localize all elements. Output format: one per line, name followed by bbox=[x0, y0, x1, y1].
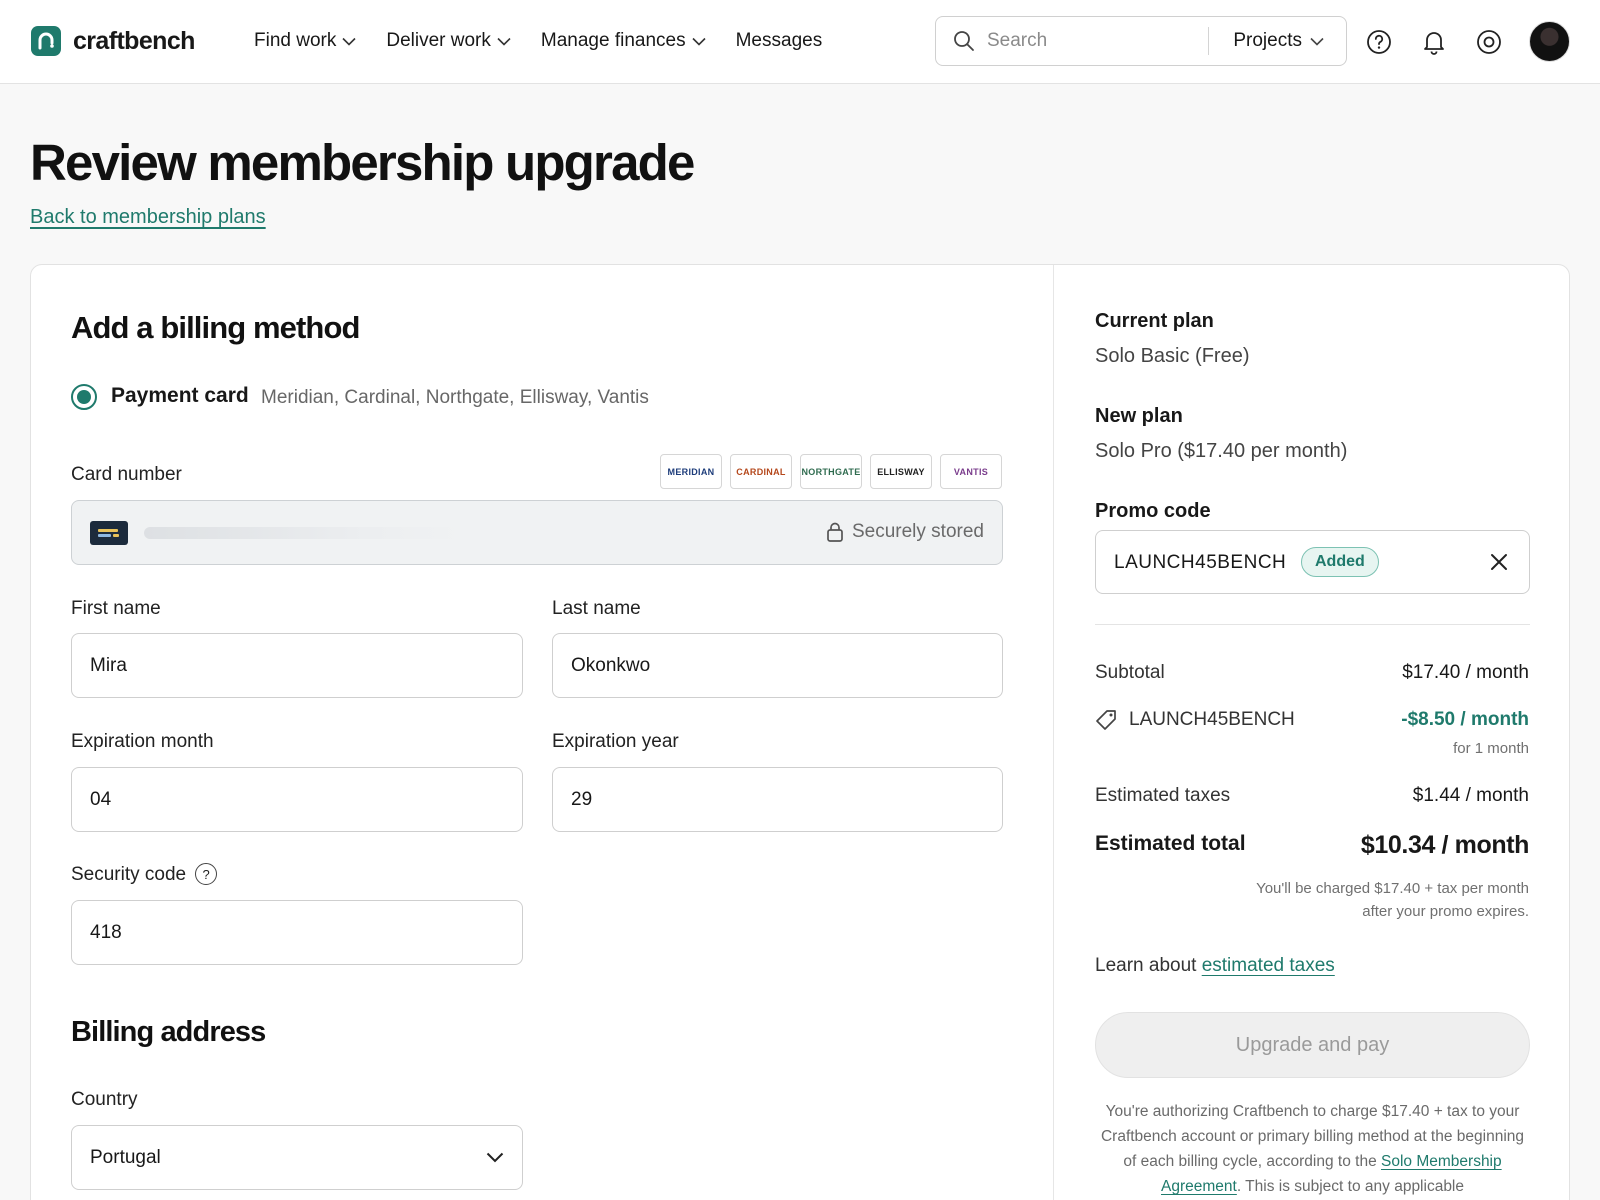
tag-icon bbox=[1096, 710, 1116, 730]
settings-icon[interactable] bbox=[1476, 29, 1502, 55]
chevron-down-icon bbox=[497, 37, 511, 46]
security-code-label: Security code bbox=[71, 864, 187, 886]
lock-icon bbox=[827, 522, 843, 542]
billing-address-heading: Billing address bbox=[71, 1016, 266, 1048]
chevron-down-icon bbox=[342, 37, 356, 46]
bell-icon[interactable] bbox=[1421, 29, 1447, 55]
nav-item-label: Messages bbox=[735, 30, 823, 51]
search-scope-label: Projects bbox=[1233, 30, 1302, 51]
expiration-month-field[interactable]: 04 bbox=[71, 767, 523, 832]
northgate-logo: NORTHGATE bbox=[800, 454, 862, 489]
first-name-label: First name bbox=[71, 598, 161, 619]
chevron-down-icon bbox=[1310, 37, 1324, 46]
card-icon bbox=[90, 521, 128, 545]
help-icon[interactable]: ? bbox=[195, 863, 218, 885]
discount-row: LAUNCH45BENCH bbox=[1095, 709, 1295, 731]
secure-status-text: Securely stored bbox=[851, 521, 984, 542]
nav-deliver-work[interactable]: Deliver work bbox=[386, 30, 511, 52]
auth-text-end: . This is subject to any applicable bbox=[1236, 1178, 1464, 1195]
charge-note: You'll be charged $17.40 + tax per month… bbox=[1256, 880, 1529, 920]
current-plan-value: Solo Basic (Free) bbox=[1095, 345, 1250, 367]
learn-taxes: Learn about estimated taxes bbox=[1095, 955, 1335, 977]
search-bar: Search Projects bbox=[935, 16, 1347, 66]
discount-value: -$8.50 / month bbox=[1401, 709, 1529, 730]
discount-duration: for 1 month bbox=[1453, 740, 1529, 757]
estimated-total-label: Estimated total bbox=[1095, 832, 1246, 855]
radio-selected-dot bbox=[77, 390, 91, 404]
expiration-year-label: Expiration year bbox=[552, 731, 679, 752]
avatar[interactable] bbox=[1529, 21, 1570, 62]
nav-item-label: Deliver work bbox=[386, 30, 491, 51]
chevron-down-icon bbox=[486, 1152, 504, 1163]
status-badge: Added bbox=[1301, 547, 1379, 577]
vantis-logo: VANTIS bbox=[940, 454, 1002, 489]
secure-status: Securely stored bbox=[826, 521, 984, 543]
nav-item-label: Manage finances bbox=[540, 30, 686, 51]
main-nav: Find work Deliver work Manage finances M… bbox=[254, 30, 852, 52]
nav-manage-finances[interactable]: Manage finances bbox=[541, 30, 706, 52]
card-number-field[interactable]: Securely stored bbox=[71, 500, 1003, 565]
meridian-logo: MERIDIAN bbox=[660, 454, 722, 489]
billing-method-heading: Add a billing method bbox=[71, 310, 360, 345]
summary-divider bbox=[1095, 624, 1530, 625]
nav-messages[interactable]: Messages bbox=[736, 30, 823, 52]
card-number-masked bbox=[144, 527, 464, 539]
accepted-brands-text: Meridian, Cardinal, Northgate, Ellisway,… bbox=[261, 387, 649, 408]
craftbench-logo[interactable]: craftbench bbox=[31, 26, 195, 56]
upgrade-and-pay-button[interactable]: Upgrade and pay bbox=[1095, 1012, 1530, 1078]
last-name-label: Last name bbox=[552, 598, 641, 619]
expiration-month-label: Expiration month bbox=[71, 731, 214, 752]
last-name-field[interactable]: Okonkwo bbox=[552, 633, 1003, 698]
authorization-note: You're authorizing Craftbench to charge … bbox=[1095, 1099, 1530, 1199]
brand-name: craftbench bbox=[73, 26, 195, 55]
taxes-label: Estimated taxes bbox=[1095, 785, 1231, 806]
help-icon[interactable] bbox=[1366, 29, 1392, 55]
first-name-field[interactable]: Mira bbox=[71, 633, 523, 698]
ellisway-logo: ELLISWAY bbox=[870, 454, 932, 489]
taxes-value: $1.44 / month bbox=[1412, 785, 1529, 806]
payment-card-radio[interactable] bbox=[71, 384, 97, 410]
new-plan-value: Solo Pro ($17.40 per month) bbox=[1095, 440, 1348, 462]
promo-code-label: Promo code bbox=[1095, 500, 1211, 522]
page-title: Review membership upgrade bbox=[30, 134, 695, 191]
country-label: Country bbox=[71, 1089, 138, 1110]
learn-prefix: Learn about bbox=[1095, 955, 1197, 976]
current-plan-label: Current plan bbox=[1095, 310, 1214, 332]
search-input[interactable]: Search bbox=[987, 30, 1208, 52]
security-code-field[interactable]: 418 bbox=[71, 900, 523, 965]
security-code-label-wrap: Security code? bbox=[71, 863, 218, 886]
close-icon[interactable] bbox=[1489, 552, 1509, 577]
country-select[interactable]: Portugal bbox=[71, 1125, 523, 1190]
nav-item-label: Find work bbox=[254, 30, 337, 51]
column-divider bbox=[1053, 265, 1054, 1200]
promo-code-value: LAUNCH45BENCH bbox=[1114, 552, 1287, 573]
payment-method-label: Payment card bbox=[111, 384, 249, 407]
card-number-label: Card number bbox=[71, 464, 182, 485]
top-navigation-bar: craftbench Find work Deliver work Manage… bbox=[0, 0, 1600, 84]
promo-code-field[interactable]: LAUNCH45BENCH Added bbox=[1095, 530, 1530, 594]
logo-icon bbox=[31, 26, 61, 56]
subtotal-label: Subtotal bbox=[1095, 662, 1165, 683]
back-to-plans-link[interactable]: Back to membership plans bbox=[30, 206, 266, 229]
discount-label: LAUNCH45BENCH bbox=[1129, 709, 1295, 730]
estimated-total-value: $10.34 / month bbox=[1360, 831, 1529, 859]
expiration-year-field[interactable]: 29 bbox=[552, 767, 1003, 832]
nav-find-work[interactable]: Find work bbox=[254, 30, 356, 52]
cardinal-logo: CARDINAL bbox=[730, 454, 792, 489]
new-plan-label: New plan bbox=[1095, 405, 1183, 427]
search-scope-dropdown[interactable]: Projects bbox=[1209, 30, 1346, 52]
search-icon bbox=[953, 30, 975, 52]
chevron-down-icon bbox=[692, 37, 706, 46]
card-brand-badges: MERIDIAN CARDINAL NORTHGATE ELLISWAY VAN… bbox=[660, 454, 1010, 489]
country-value: Portugal bbox=[90, 1146, 161, 1168]
estimated-taxes-link[interactable]: estimated taxes bbox=[1202, 955, 1335, 976]
subtotal-value: $17.40 / month bbox=[1402, 662, 1529, 683]
